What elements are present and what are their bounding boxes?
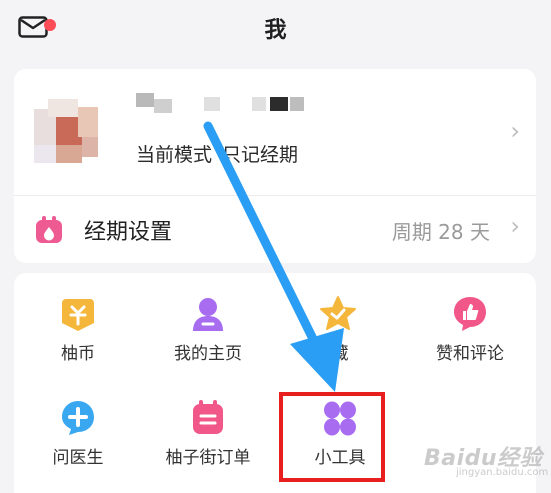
tool-label: 问医生 (52, 448, 104, 468)
page-title: 我 (264, 18, 287, 43)
mode-text: 当前模式 只记经期 (136, 140, 298, 167)
star-icon (320, 296, 356, 330)
mode-label: 当前模式 (136, 144, 213, 166)
chevron-right-icon[interactable]: › (510, 117, 520, 145)
period-settings-label: 经期设置 (84, 220, 173, 245)
doctor-icon (62, 401, 94, 435)
tool-ask-doctor[interactable]: 问医生 (14, 377, 142, 473)
highlight-box (279, 392, 385, 482)
tool-favorites[interactable]: 藏 (274, 273, 402, 369)
watermark: Baidu经验 jingyan.baidu.com (424, 438, 548, 478)
period-settings-row[interactable]: 经期设置 周期 28 天 › (14, 196, 536, 263)
tool-my-homepage[interactable]: 我的主页 (144, 273, 272, 369)
tool-coin[interactable]: 柚币 (14, 273, 142, 369)
tool-youzi-orders[interactable]: 柚子街订单 (144, 377, 272, 473)
profile-page: 我 当前模式 只记经期 › 经期设置 周期 28 天 › 柚币 我的主页 藏 赞… (0, 0, 551, 493)
user-icon (193, 298, 223, 331)
tool-label: 柚子街订单 (165, 448, 251, 468)
tool-label: 赞和评论 (436, 344, 504, 364)
profile-card: 当前模式 只记经期 › 经期设置 周期 28 天 › (14, 69, 536, 263)
mode-value: 只记经期 (222, 144, 299, 166)
tool-label: 柚币 (61, 344, 95, 364)
avatar[interactable] (34, 99, 98, 165)
cycle-length-value: 周期 28 天 (391, 220, 490, 244)
calendar-icon (36, 216, 62, 243)
order-icon (193, 400, 223, 434)
tool-likes-comments[interactable]: 赞和评论 (406, 273, 534, 369)
coin-icon (62, 299, 94, 331)
watermark-sub: jingyan.baidu.com (456, 467, 549, 478)
chevron-right-icon[interactable]: › (510, 212, 520, 240)
tool-label: 藏 (331, 344, 349, 364)
thumbs-up-icon (454, 297, 486, 331)
tool-label: 我的主页 (174, 344, 242, 364)
header: 我 (0, 0, 551, 56)
